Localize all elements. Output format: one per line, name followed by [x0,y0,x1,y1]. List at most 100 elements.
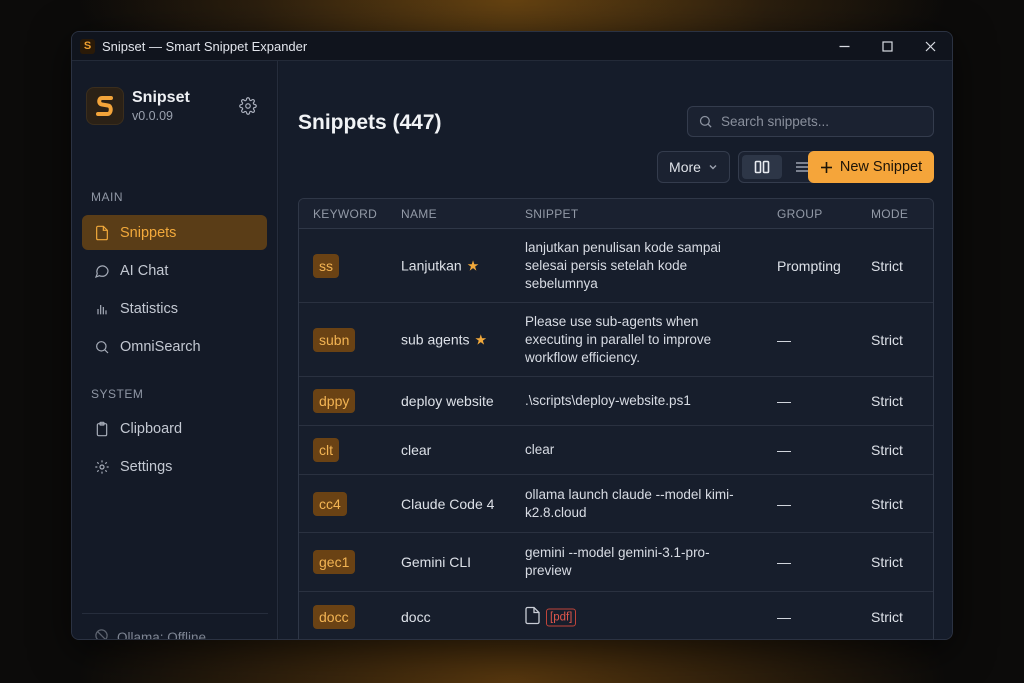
snippet-name: clear [401,442,432,458]
chevron-down-icon [708,162,718,172]
sidebar-item-label: Clipboard [120,420,183,437]
sidebar-item-label: Settings [120,458,173,475]
snippet-group: — [777,331,791,348]
snippet-name: Claude Code 4 [401,495,495,512]
snippet-group: Prompting [777,257,841,274]
section-label-system: SYSTEM [91,387,144,401]
main-content: Snippets (447) More New Snippet KEYWORD … [279,61,952,639]
search-icon [698,114,713,129]
header-keyword[interactable]: KEYWORD [313,207,377,221]
keyword-badge: docc [313,605,355,629]
keyword-badge: subn [313,327,356,352]
offline-icon [94,628,109,639]
sidebar-item-statistics[interactable]: Statistics [82,291,267,326]
header-mode[interactable]: MODE [871,207,908,221]
file-icon [93,224,111,242]
star-icon[interactable]: ★ [475,331,488,347]
snippet-name: deploy website [401,393,494,409]
maximize-button[interactable] [866,32,909,61]
sidebar-item-label: OmniSearch [120,338,201,355]
plus-icon [820,161,833,174]
snippet-mode: Strict [871,331,903,348]
snippet-text: clear [525,442,555,457]
snippet-group: — [777,609,791,625]
snippet-text: ollama launch claude --model kimi-k2.8.c… [525,486,734,520]
page-title: Snippets (447) [298,111,442,134]
chat-icon [93,262,111,280]
sidebar-item-ai-chat[interactable]: AI Chat [82,253,267,288]
window-title: Snipset — Smart Snippet Expander [102,38,308,54]
keyword-badge: dppy [313,389,356,413]
search-input[interactable] [721,114,921,129]
header-group[interactable]: GROUP [777,207,823,221]
table-row[interactable]: gec1 Gemini CLI gemini --model gemini-3.… [299,533,933,592]
new-snippet-button[interactable]: New Snippet [808,151,934,183]
brand-version: v0.0.09 [132,109,174,123]
snippet-name: Gemini CLI [401,554,472,570]
star-icon[interactable]: ★ [467,257,480,273]
snippet-group: — [777,393,791,409]
app-window: S Snipset — Smart Snippet Expander Snips… [71,31,953,640]
ollama-status: Ollama: Offline [94,628,207,640]
snippet-group: — [777,495,791,512]
brand: Snipset v0.0.09 [86,87,190,125]
sidebar-divider [82,613,268,614]
sidebar-item-clipboard[interactable]: Clipboard [82,411,267,446]
snippets-table: KEYWORD NAME SNIPPET GROUP MODE ss Lanju… [298,198,934,639]
sidebar-item-settings[interactable]: Settings [82,449,267,484]
table-row[interactable]: cc4 Claude Code 4 ollama launch claude -… [299,475,933,533]
search-box[interactable] [687,106,934,137]
gear-icon[interactable] [239,97,257,120]
snippet-mode: Strict [871,609,903,625]
table-header: KEYWORD NAME SNIPPET GROUP MODE [299,199,933,229]
snippet-name: Lanjutkan ★ [401,257,480,273]
more-button-label: More [669,159,701,175]
table-row[interactable]: clt clear clear — Strict [299,426,933,475]
pdf-tag: [pdf] [546,608,577,626]
columns-icon [754,160,770,174]
snippet-text: Please use sub-agents when executing in … [525,313,712,365]
sidebar-item-snippets[interactable]: Snippets [82,215,267,250]
snippet-text: .\scripts\deploy-website.ps1 [525,393,691,408]
sidebar-item-label: Statistics [120,300,179,317]
keyword-badge: ss [313,253,339,278]
keyword-badge: clt [313,438,339,462]
table-row[interactable]: subn sub agents ★ Please use sub-agents w… [299,303,933,377]
header-name[interactable]: NAME [401,207,437,221]
sidebar-item-omnisearch[interactable]: OmniSearch [82,329,267,364]
snippet-mode: Strict [871,257,903,274]
more-button[interactable]: More [657,151,730,183]
search-icon [93,338,111,356]
table-row[interactable]: ss Lanjutkan ★ lanjutkan penulisan kode s… [299,229,933,303]
snippet-mode: Strict [871,554,903,570]
ollama-status-text: Ollama: Offline [117,629,207,640]
snippet-text: lanjutkan penulisan kode sampai selesai … [525,239,721,291]
sidebar-item-label: AI Chat [120,262,169,279]
sidebar-item-label: Snippets [120,224,177,241]
bar-chart-icon [93,300,111,318]
columns-view-button[interactable] [742,155,782,179]
header-snippet[interactable]: SNIPPET [525,207,755,221]
table-row[interactable]: dppy deploy website .\scripts\deploy-web… [299,377,933,426]
title-bar: S Snipset — Smart Snippet Expander [72,32,952,61]
minimize-button[interactable] [823,32,866,61]
snippet-attachment: [pdf] [525,606,755,628]
keyword-badge: gec1 [313,550,356,574]
sidebar: Snipset v0.0.09 MAIN Snippets AI Chat St… [72,61,278,639]
list-icon [796,162,808,172]
snippet-name: sub agents ★ [401,331,488,347]
snippet-name: docc [401,609,431,625]
snippet-group: — [777,554,791,570]
snippet-mode: Strict [871,495,903,512]
document-icon [525,606,540,628]
keyword-badge: cc4 [313,491,347,516]
table-row[interactable]: docc docc [pdf] — Strict [299,592,933,639]
close-button[interactable] [909,32,952,61]
snippet-group: — [777,442,791,458]
snippet-mode: Strict [871,393,903,409]
snippet-mode: Strict [871,442,903,458]
gear-icon [93,458,111,476]
clipboard-icon [93,420,111,438]
new-snippet-label: New Snippet [839,159,923,175]
app-logo-icon: S [80,38,95,54]
